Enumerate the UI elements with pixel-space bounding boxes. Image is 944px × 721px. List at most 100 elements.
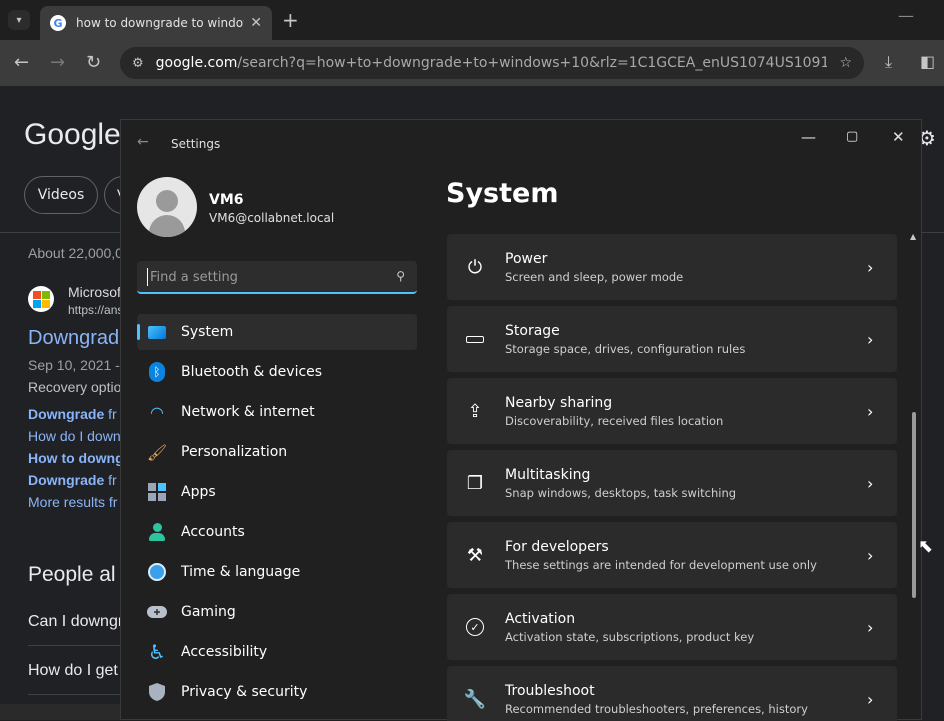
user-name: VM6 [209, 192, 244, 208]
scroll-up-arrow-icon[interactable]: ▲ [910, 232, 916, 241]
forward-arrow-icon[interactable]: → [50, 52, 65, 73]
url-path: /search?q=how+to+downgrade+to+windows+10… [237, 55, 828, 71]
card-title: Multitasking [505, 466, 591, 483]
reload-icon[interactable]: ↻ [86, 52, 101, 73]
settings-search-input[interactable] [147, 268, 387, 286]
system-icon [147, 322, 167, 342]
nav-label: Time & language [181, 564, 301, 580]
chevron-right-icon: › [867, 473, 874, 493]
card-storage[interactable]: Storage Storage space, drives, configurat… [447, 306, 897, 372]
content-scrollbar[interactable]: ▲ [910, 232, 918, 712]
paa-question-2[interactable]: How do I get [28, 662, 118, 680]
check-circle-icon: ✓ [463, 615, 487, 639]
maximize-button[interactable]: ▢ [846, 129, 858, 144]
chevron-right-icon: › [867, 401, 874, 421]
nav-item-bluetooth[interactable]: ᛒ Bluetooth & devices [137, 354, 417, 390]
shield-icon [147, 682, 167, 702]
card-activation[interactable]: ✓ Activation Activation state, subscripti… [447, 594, 897, 660]
more-results-link[interactable]: More results fr [28, 494, 117, 510]
card-title: Power [505, 250, 548, 267]
paa-divider [28, 645, 120, 646]
side-panel-icon[interactable]: ◧ [920, 52, 935, 71]
back-arrow-icon[interactable]: ← [14, 52, 29, 73]
wrench-icon: 🔧 [463, 688, 487, 710]
browser-minimize-button[interactable]: — [898, 6, 914, 25]
card-title: Activation [505, 610, 576, 627]
sub-link-2[interactable]: How do I down [28, 428, 121, 444]
nav-item-time-language[interactable]: Time & language [137, 554, 417, 590]
clock-globe-icon [147, 562, 167, 582]
wifi-icon: ◠ [150, 402, 164, 422]
user-avatar[interactable] [137, 177, 197, 237]
result-snippet: Recovery optio [28, 379, 122, 395]
nav-label: Privacy & security [181, 684, 308, 700]
settings-search-box[interactable]: ⚲ [137, 261, 417, 294]
nav-item-gaming[interactable]: ✚ Gaming [137, 594, 417, 630]
nav-item-personalization[interactable]: 🖌 Personalization [137, 434, 417, 470]
card-subtitle: Recommended troubleshooters, preferences… [505, 701, 808, 716]
developer-tools-icon: ⚒ [466, 544, 484, 566]
card-power[interactable]: ⏻ Power Screen and sleep, power mode › [447, 234, 897, 300]
avatar-body [149, 215, 185, 237]
tab-close-icon[interactable]: ✕ [250, 15, 262, 31]
card-nearby-sharing[interactable]: ⇪ Nearby sharing Discoverability, receive… [447, 378, 897, 444]
bluetooth-icon: ᛒ [147, 362, 167, 382]
sub-link-3[interactable]: How to downg [28, 450, 124, 466]
nav-item-privacy[interactable]: Privacy & security [137, 674, 417, 710]
more-results-text: More results fr [28, 494, 118, 510]
result-date: Sep 10, 2021 - [28, 357, 120, 373]
sub-link-3-bold: How to downg [28, 450, 124, 466]
card-for-developers[interactable]: ⚒ For developers These settings are inten… [447, 522, 897, 588]
chevron-right-icon: › [867, 257, 874, 277]
nav-label: Personalization [181, 444, 288, 460]
google-favicon-icon: G [50, 15, 66, 31]
tab-search-button[interactable]: ▾ [8, 10, 30, 30]
url-text: google.com/search?q=how+to+downgrade+to+… [156, 55, 828, 71]
close-button[interactable]: ✕ [892, 128, 905, 146]
result-url[interactable]: https://ans [68, 303, 123, 317]
nav-item-network[interactable]: ◠ Network & internet [137, 394, 417, 430]
address-bar[interactable]: ⚙ google.com/search?q=how+to+downgrade+t… [120, 47, 864, 79]
microsoft-logo-icon [28, 286, 54, 312]
selected-indicator [137, 324, 140, 340]
card-troubleshoot[interactable]: 🔧 Troubleshoot Recommended troubleshooter… [447, 666, 897, 721]
tab-title: how to downgrade to windows [76, 16, 245, 30]
browser-tab[interactable]: G how to downgrade to windows ✕ [40, 6, 272, 40]
page-title: System [446, 178, 559, 209]
settings-card-list: ⏻ Power Screen and sleep, power mode › St… [447, 232, 897, 721]
result-title-link[interactable]: Downgrad [28, 327, 119, 350]
nav-label: Accounts [181, 524, 245, 540]
scrollbar-thumb[interactable] [912, 412, 916, 598]
card-subtitle: These settings are intended for developm… [505, 557, 817, 572]
sub-link-4[interactable]: Downgrade fr [28, 472, 117, 488]
apps-icon [147, 482, 167, 502]
brush-icon: 🖌 [146, 442, 168, 462]
minimize-button[interactable]: — [801, 128, 816, 146]
new-tab-button[interactable]: + [282, 8, 299, 32]
window-title: Settings [171, 137, 221, 151]
paa-question-1[interactable]: Can I downgr [28, 613, 123, 631]
nav-item-accounts[interactable]: Accounts [137, 514, 417, 550]
bookmark-star-icon[interactable]: ☆ [839, 55, 852, 71]
filter-chip-videos[interactable]: Videos [24, 176, 98, 214]
chevron-right-icon: › [867, 545, 874, 565]
sub-link-1[interactable]: Downgrade fr [28, 406, 117, 422]
search-icon[interactable]: ⚲ [396, 269, 405, 283]
google-logo[interactable]: Google [24, 118, 121, 152]
nav-item-system[interactable]: System [137, 314, 417, 350]
gamepad-icon: ✚ [147, 602, 167, 622]
nav-item-accessibility[interactable]: ♿ Accessibility [137, 634, 417, 670]
paa-divider-2 [28, 694, 120, 695]
card-title: Storage [505, 322, 560, 339]
accessibility-icon: ♿ [148, 640, 166, 664]
horizontal-scrollbar[interactable] [0, 704, 120, 720]
download-icon[interactable]: ⤓ [885, 52, 892, 72]
card-multitasking[interactable]: ❐ Multitasking Snap windows, desktops, ta… [447, 450, 897, 516]
site-info-icon[interactable]: ⚙ [132, 56, 144, 71]
nav-item-apps[interactable]: Apps [137, 474, 417, 510]
account-icon [147, 522, 167, 542]
mouse-cursor-icon: ⬉ [918, 536, 934, 557]
back-arrow-icon[interactable]: ← [137, 134, 149, 150]
card-subtitle: Snap windows, desktops, task switching [505, 485, 737, 500]
settings-window: ← Settings — ▢ ✕ VM6 VM6@collabnet.local… [120, 119, 922, 721]
